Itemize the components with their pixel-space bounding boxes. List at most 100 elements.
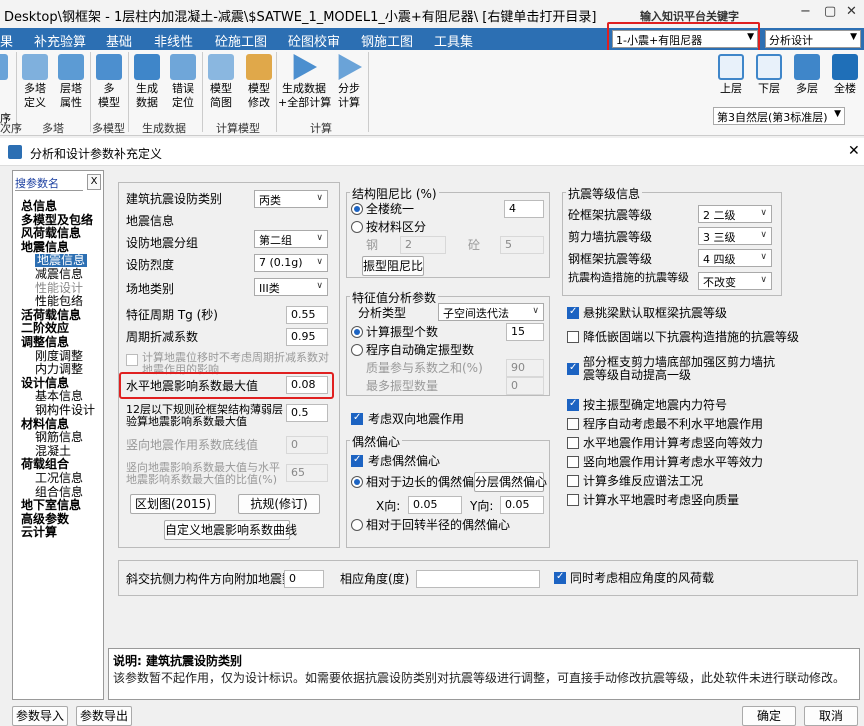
tree-item[interactable]: 云计算 — [21, 526, 57, 539]
lower-story-button[interactable]: 下层 — [754, 54, 784, 96]
ribbon-partial-button[interactable] — [0, 54, 14, 82]
step-calc-button[interactable]: 分步 计算 — [332, 54, 366, 110]
vertical-ratio-input[interactable]: 65 — [286, 464, 328, 482]
transfer-wall-checkbox[interactable] — [567, 362, 579, 375]
tree-item[interactable]: 二阶效应 — [21, 322, 69, 335]
menu-nonlinear[interactable]: 非线性 — [154, 31, 193, 50]
floor-ecc-button[interactable]: 分层偶然偏心 — [474, 472, 547, 492]
tree-item[interactable]: 地下室信息 — [21, 499, 81, 512]
horiz-vert-equiv-checkbox[interactable] — [567, 437, 579, 449]
building-class-select[interactable]: 丙类 ∨ — [254, 190, 328, 208]
import-params-button[interactable]: 参数导入 — [12, 706, 68, 726]
error-locate-button[interactable]: 错误 定位 — [166, 54, 200, 110]
multitower-define-button[interactable]: 多塔 定义 — [18, 54, 52, 110]
design-select[interactable]: 分析设计 ▼ — [765, 30, 861, 48]
ecc-gyration-radio[interactable] — [351, 519, 363, 531]
story-select[interactable]: 第3自然层(第3标准层) ▼ — [713, 107, 845, 125]
seismic-code-button[interactable]: 抗规(修订) — [238, 494, 320, 514]
menu-result[interactable]: 果 — [0, 31, 13, 50]
concrete-damp-input[interactable]: 5 — [500, 236, 544, 254]
tree-item[interactable]: 调整信息 — [21, 336, 69, 349]
cancel-button[interactable]: 取消 — [804, 706, 858, 726]
damp-bymaterial-radio[interactable] — [351, 221, 363, 233]
cantilever-grade-checkbox[interactable] — [567, 306, 579, 319]
tree-item[interactable]: 基本信息 — [35, 390, 83, 403]
tree-item[interactable]: 内力调整 — [35, 363, 83, 376]
mode-count-input[interactable]: 15 — [506, 323, 544, 341]
tree-item[interactable]: 性能包络 — [35, 295, 83, 308]
param-search-clear-button[interactable]: X — [87, 174, 101, 190]
tree-item[interactable]: 混凝土 — [35, 444, 71, 458]
wind-angle-checkbox[interactable] — [554, 571, 566, 584]
tg-input[interactable]: 0.55 — [286, 306, 328, 324]
tree-item[interactable]: 工况信息 — [35, 472, 83, 485]
full-building-button[interactable]: 全楼 — [830, 54, 860, 96]
reduce-grade-checkbox[interactable] — [567, 331, 579, 343]
tree-item[interactable]: 刚度调整 — [35, 349, 83, 363]
tree-item[interactable]: 活荷载信息 — [21, 308, 81, 322]
menu-concrete-review[interactable]: 砼图校审 — [288, 31, 340, 50]
tree-item[interactable]: 钢筋信息 — [35, 431, 83, 444]
story-tower-attr-button[interactable]: 层塔 属性 — [54, 54, 88, 110]
mass-sum-input[interactable]: 90 — [506, 359, 544, 377]
nodisp-checkbox[interactable] — [126, 354, 138, 366]
mode-count-radio[interactable] — [351, 326, 363, 338]
tree-item[interactable]: 减震信息 — [35, 268, 83, 281]
angle-input[interactable] — [416, 570, 540, 588]
menu-supplement-check[interactable]: 补充验算 — [34, 31, 86, 50]
tree-item[interactable]: 多模型及包络 — [21, 213, 93, 227]
steel-damp-input[interactable]: 2 — [400, 236, 446, 254]
multi-model-button[interactable]: 多 模型 — [92, 54, 126, 110]
seismic-group-select[interactable]: 第二组 ∨ — [254, 230, 328, 248]
tree-item[interactable]: 设计信息 — [21, 376, 69, 390]
analysis-type-select[interactable]: 子空间迭代法 ∨ — [438, 303, 544, 321]
weak-story-input[interactable]: 0.5 — [286, 404, 328, 422]
param-search-input[interactable]: 搜参数名 — [15, 175, 83, 191]
minimize-button[interactable]: − — [800, 4, 811, 19]
tree-item[interactable]: 性能设计 — [35, 281, 83, 295]
intensity-select[interactable]: 7 (0.1g) ∨ — [254, 254, 328, 272]
tree-item[interactable]: 组合信息 — [35, 485, 83, 499]
oblique-count-input[interactable]: 0 — [284, 570, 324, 588]
steel-frame-grade-select[interactable]: 4 四级 ∨ — [698, 249, 772, 267]
window-close-button[interactable]: ✕ — [846, 4, 857, 19]
bidirectional-checkbox[interactable] — [351, 412, 363, 425]
tree-item[interactable]: 风荷载信息 — [21, 227, 81, 240]
main-mode-sign-checkbox[interactable] — [567, 398, 579, 411]
tree-item[interactable]: 地震信息 — [35, 254, 88, 268]
conc-frame-grade-select[interactable]: 2 二级 ∨ — [698, 205, 772, 223]
multidim-spectrum-checkbox[interactable] — [567, 475, 579, 487]
menu-foundation[interactable]: 基础 — [106, 31, 132, 50]
amax-input[interactable]: 0.08 — [286, 376, 328, 394]
vert-horiz-equiv-checkbox[interactable] — [567, 456, 579, 468]
max-mode-input[interactable]: 0 — [506, 377, 544, 395]
tree-item[interactable]: 高级参数 — [21, 512, 69, 526]
menu-steel-drawing[interactable]: 钢施工图 — [361, 31, 413, 50]
worst-direction-checkbox[interactable] — [567, 418, 579, 430]
period-reduction-input[interactable]: 0.95 — [286, 328, 328, 346]
ecc-y-input[interactable]: 0.05 — [500, 496, 544, 514]
multi-story-button[interactable]: 多层 — [792, 54, 822, 96]
generate-data-button[interactable]: 生成 数据 — [130, 54, 164, 110]
tree-item[interactable]: 总信息 — [21, 200, 57, 213]
damp-unified-input[interactable]: 4 — [504, 200, 544, 218]
model-diagram-button[interactable]: 模型 简图 — [204, 54, 238, 110]
vertical-floor-input[interactable]: 0 — [286, 436, 328, 454]
menu-concrete-drawing[interactable]: 砼施工图 — [215, 31, 267, 50]
tree-item[interactable]: 材料信息 — [21, 417, 69, 431]
generate-and-calc-button[interactable]: 生成数据 +全部计算 — [278, 54, 331, 110]
tree-item[interactable]: 钢构件设计 — [35, 404, 95, 417]
ecc-x-input[interactable]: 0.05 — [408, 496, 462, 514]
restore-button[interactable]: ▢ — [824, 4, 836, 19]
tree-item[interactable]: 荷载组合 — [21, 458, 69, 471]
model-modify-button[interactable]: 模型 修改 — [242, 54, 276, 110]
ecc-side-radio[interactable] — [351, 476, 363, 488]
measure-grade-select[interactable]: 不改变 ∨ — [698, 272, 772, 290]
damp-unified-radio[interactable] — [351, 203, 363, 215]
accidental-ecc-checkbox[interactable] — [351, 454, 363, 467]
upper-story-button[interactable]: 上层 — [716, 54, 746, 96]
ok-button[interactable]: 确定 — [742, 706, 796, 726]
auto-mode-radio[interactable] — [351, 344, 363, 356]
vertical-mass-checkbox[interactable] — [567, 494, 579, 506]
site-class-select[interactable]: III类 ∨ — [254, 278, 328, 296]
